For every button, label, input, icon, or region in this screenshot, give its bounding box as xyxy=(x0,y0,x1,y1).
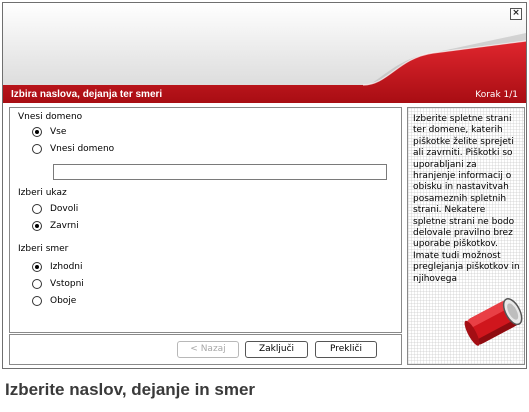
help-text: Izberite spletne strani ter domene, kate… xyxy=(413,114,520,284)
page-caption: Izberite naslov, dejanje in smer xyxy=(5,380,256,399)
radio-button[interactable] xyxy=(32,279,42,289)
radio-button[interactable] xyxy=(32,127,42,137)
domain-input[interactable] xyxy=(53,164,387,180)
button-bar: < Nazaj Zaključi Prekliči xyxy=(9,334,402,365)
cancel-button[interactable]: Prekliči xyxy=(315,341,377,358)
direction-section-label: Izberi smer xyxy=(18,244,69,254)
radio-button[interactable] xyxy=(32,221,42,231)
radio-label: Vnesi domeno xyxy=(50,144,115,154)
form-panel: Vnesi domeno Vse Vnesi domeno Izberi uka… xyxy=(9,107,402,333)
radio-button[interactable] xyxy=(32,262,42,272)
radio-label: Vse xyxy=(50,127,67,137)
wizard-title: Izbira naslova, dejanja ter smeri xyxy=(11,89,163,100)
action-section-label: Izberi ukaz xyxy=(18,188,67,198)
radio-label: Dovoli xyxy=(50,204,79,214)
wizard-header: × xyxy=(3,3,526,103)
radio-label: Oboje xyxy=(50,296,77,306)
close-icon: × xyxy=(512,8,520,18)
radio-label: Vstopni xyxy=(50,279,84,289)
finish-button[interactable]: Zaključi xyxy=(245,341,308,358)
radio-button[interactable] xyxy=(32,204,42,214)
radio-button[interactable] xyxy=(32,296,42,306)
radio-label: Zavrni xyxy=(50,221,79,231)
dialog-window: × Izbira naslova, dejanja ter smeri Kora… xyxy=(2,2,527,369)
domain-section-label: Vnesi domeno xyxy=(18,112,83,122)
cookie-jar-icon xyxy=(464,298,523,346)
step-indicator: Korak 1/1 xyxy=(475,90,518,100)
header-graphic xyxy=(3,33,526,103)
radio-button[interactable] xyxy=(32,144,42,154)
close-button[interactable]: × xyxy=(510,8,522,20)
back-button[interactable]: < Nazaj xyxy=(177,341,239,358)
radio-label: Izhodni xyxy=(50,262,83,272)
